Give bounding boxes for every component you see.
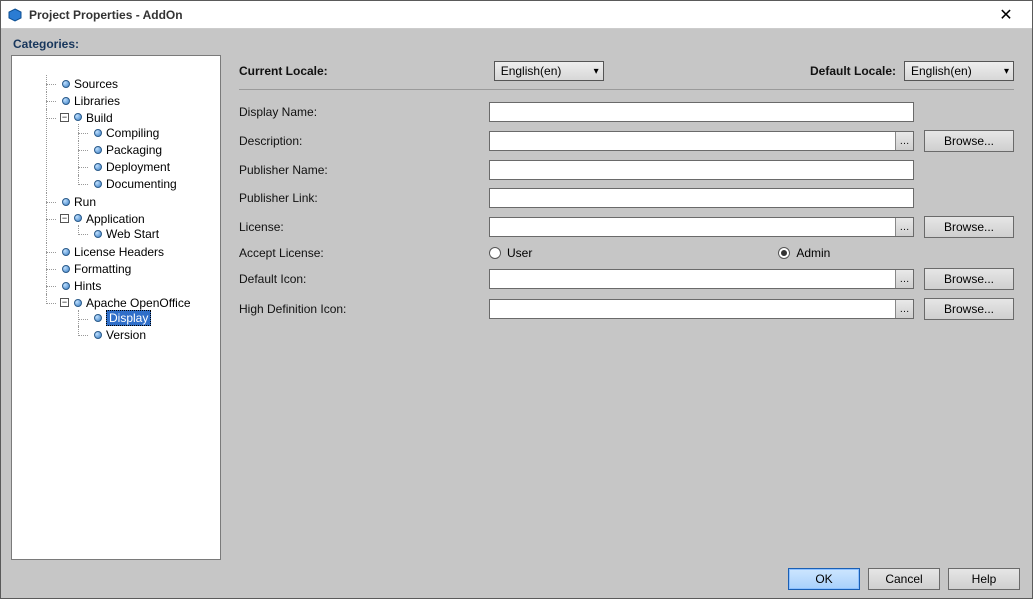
tree-display[interactable]: Display [106,310,151,326]
default-locale-combo[interactable]: English(en) ▾ [904,61,1014,81]
default-icon-field[interactable]: … [489,269,914,289]
accept-admin-label: Admin [796,246,830,260]
collapse-application[interactable]: − [60,214,69,223]
display-name-field[interactable] [489,102,914,122]
tree-build[interactable]: Build [86,110,113,124]
accept-user-radio[interactable] [489,247,501,259]
bullet-icon [94,180,102,188]
publisher-link-label: Publisher Link: [239,191,479,205]
license-field[interactable]: … [489,217,914,237]
chevron-down-icon: ▾ [1004,66,1009,77]
bullet-icon [62,265,70,273]
bullet-icon [62,248,70,256]
bullet-icon [62,80,70,88]
tree-application[interactable]: Application [86,211,145,225]
default-locale-label: Default Locale: [810,64,896,78]
publisher-link-field[interactable] [489,188,914,208]
hd-icon-ellipsis-button[interactable]: … [895,300,913,318]
tree-compiling[interactable]: Compiling [106,126,159,140]
bullet-icon [74,299,82,307]
bullet-icon [94,163,102,171]
tree-hints[interactable]: Hints [74,279,101,293]
bullet-icon [94,331,102,339]
license-browse-button[interactable]: Browse... [924,216,1014,238]
accept-admin-radio[interactable] [778,247,790,259]
bullet-icon [62,198,70,206]
current-locale-label: Current Locale: [239,64,328,78]
hd-icon-browse-button[interactable]: Browse... [924,298,1014,320]
license-ellipsis-button[interactable]: … [895,218,913,236]
tree-sources[interactable]: Sources [74,77,118,91]
license-input[interactable] [490,218,895,236]
tree-web-start[interactable]: Web Start [106,227,159,241]
tree-apache-openoffice[interactable]: Apache OpenOffice [86,296,191,310]
help-button[interactable]: Help [948,568,1020,590]
hd-icon-label: High Definition Icon: [239,302,479,316]
window-title: Project Properties - AddOn [29,8,183,22]
default-icon-ellipsis-button[interactable]: … [895,270,913,288]
cancel-button[interactable]: Cancel [868,568,940,590]
tree-run[interactable]: Run [74,195,96,209]
publisher-link-input[interactable] [490,189,913,207]
default-icon-input[interactable] [490,270,895,288]
ok-button[interactable]: OK [788,568,860,590]
accept-user-label: User [507,246,532,260]
tree-deployment[interactable]: Deployment [106,160,170,174]
close-button[interactable]: ✕ [986,1,1026,29]
description-field[interactable]: … [489,131,914,151]
bullet-icon [94,146,102,154]
tree-formatting[interactable]: Formatting [74,262,131,276]
default-icon-browse-button[interactable]: Browse... [924,268,1014,290]
default-locale-value: English(en) [911,64,972,78]
titlebar: Project Properties - AddOn ✕ [1,1,1032,29]
form-pane: Current Locale: English(en) ▾ Default Lo… [221,55,1022,560]
bullet-icon [74,214,82,222]
current-locale-combo[interactable]: English(en) ▾ [494,61,604,81]
default-icon-label: Default Icon: [239,272,479,286]
bullet-icon [94,314,102,322]
collapse-build[interactable]: − [60,113,69,122]
license-label: License: [239,220,479,234]
dialog-footer: OK Cancel Help [11,560,1022,590]
category-tree[interactable]: Sources Libraries − Build Compiling Packa… [11,55,221,560]
bullet-icon [74,113,82,121]
description-input[interactable] [490,132,895,150]
hd-icon-field[interactable]: … [489,299,914,319]
tree-packaging[interactable]: Packaging [106,143,162,157]
tree-documenting[interactable]: Documenting [106,177,177,191]
tree-license-headers[interactable]: License Headers [74,245,164,259]
bullet-icon [94,129,102,137]
categories-heading: Categories: [13,37,1022,51]
publisher-name-label: Publisher Name: [239,163,479,177]
tree-libraries[interactable]: Libraries [74,94,120,108]
collapse-apache[interactable]: − [60,298,69,307]
display-name-label: Display Name: [239,105,479,119]
display-name-input[interactable] [490,103,913,121]
description-ellipsis-button[interactable]: … [895,132,913,150]
chevron-down-icon: ▾ [594,66,599,77]
description-label: Description: [239,134,479,148]
bullet-icon [62,282,70,290]
tree-version[interactable]: Version [106,328,146,342]
description-browse-button[interactable]: Browse... [924,130,1014,152]
app-icon [7,7,23,23]
bullet-icon [62,97,70,105]
accept-license-label: Accept License: [239,246,479,260]
hd-icon-input[interactable] [490,300,895,318]
publisher-name-input[interactable] [490,161,913,179]
publisher-name-field[interactable] [489,160,914,180]
current-locale-value: English(en) [501,64,562,78]
bullet-icon [94,230,102,238]
